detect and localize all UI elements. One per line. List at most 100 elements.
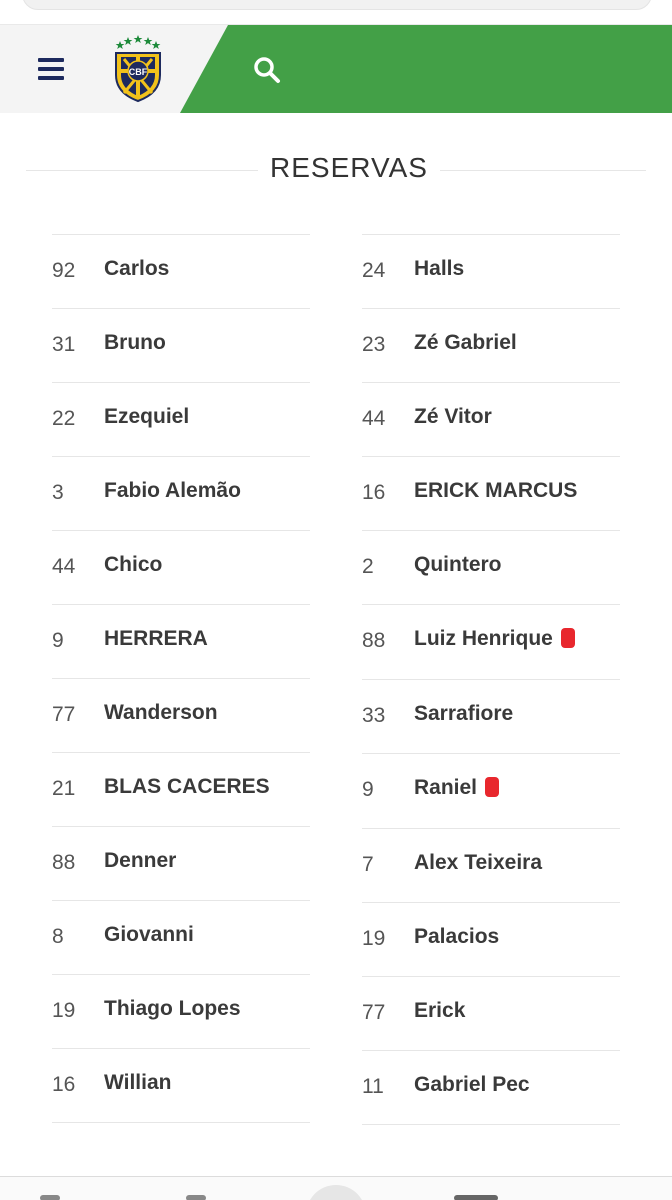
- player-name-text: Palacios: [414, 925, 500, 948]
- browser-bottom-nav: [0, 1177, 672, 1200]
- player-name: BLAS CACERES: [104, 775, 270, 799]
- player-number: 22: [52, 407, 76, 430]
- player-number: 44: [362, 407, 386, 430]
- cbf-crest-icon[interactable]: CBF: [108, 35, 168, 103]
- browser-url-bar[interactable]: [22, 0, 652, 10]
- player-row[interactable]: 92 Carlos: [52, 235, 310, 309]
- browser-url-bar-area: [0, 0, 672, 24]
- player-name-text: Halls: [414, 257, 465, 280]
- player-row[interactable]: 77 Wanderson: [52, 679, 310, 753]
- player-row[interactable]: 88 Denner: [52, 827, 310, 901]
- player-name: Thiago Lopes: [104, 997, 241, 1021]
- player-name-text: HERRERA: [104, 627, 208, 650]
- player-number: 7: [362, 853, 374, 876]
- title-divider-right: [440, 170, 646, 171]
- player-row[interactable]: 11 Gabriel Pec: [362, 1051, 620, 1125]
- section-header: RESERVAS: [26, 150, 646, 190]
- hamburger-menu-icon[interactable]: [38, 58, 64, 80]
- player-number: 9: [362, 778, 374, 801]
- player-name-text: Chico: [104, 553, 163, 576]
- player-name: Denner: [104, 849, 176, 873]
- right-reserves-list: 24 Halls 23 Zé Gabriel 44 Zé Vitor 16 ERICK MAR…: [362, 234, 620, 1125]
- player-number: 19: [52, 999, 76, 1022]
- player-number: 21: [52, 777, 76, 800]
- player-name-text: Luiz Henrique: [414, 627, 553, 650]
- player-row[interactable]: 8 Giovanni: [52, 901, 310, 975]
- player-name: Bruno: [104, 331, 166, 355]
- player-name: Halls: [414, 257, 464, 281]
- share-icon[interactable]: [306, 1185, 366, 1200]
- player-row[interactable]: 21 BLAS CACERES: [52, 753, 310, 827]
- player-row[interactable]: 44 Zé Vitor: [362, 383, 620, 457]
- forward-icon[interactable]: [186, 1195, 206, 1200]
- player-name-text: Fabio Alemão: [104, 479, 241, 502]
- player-name-text: Sarrafiore: [414, 702, 514, 725]
- player-number: 3: [52, 481, 64, 504]
- player-name: Erick: [414, 999, 465, 1023]
- player-name: Zé Gabriel: [414, 331, 517, 355]
- svg-text:CBF: CBF: [129, 67, 148, 77]
- player-row[interactable]: 19 Thiago Lopes: [52, 975, 310, 1049]
- player-number: 9: [52, 629, 64, 652]
- player-row[interactable]: 24 Halls: [362, 235, 620, 309]
- player-name: ERICK MARCUS: [414, 479, 577, 503]
- player-row[interactable]: 31 Bruno: [52, 309, 310, 383]
- player-row[interactable]: 3 Fabio Alemão: [52, 457, 310, 531]
- player-number: 92: [52, 259, 76, 282]
- player-number: 77: [52, 703, 76, 726]
- player-name-text: Gabriel Pec: [414, 1073, 530, 1096]
- player-number: 88: [362, 629, 386, 652]
- site-header: CBF: [0, 24, 672, 113]
- player-number: 88: [52, 851, 76, 874]
- player-name: Zé Vitor: [414, 405, 492, 429]
- player-row[interactable]: 19 Palacios: [362, 903, 620, 977]
- player-name: Luiz Henrique: [414, 627, 575, 651]
- player-name: Sarrafiore: [414, 702, 513, 726]
- player-number: 77: [362, 1001, 386, 1024]
- player-name-text: Alex Teixeira: [414, 851, 543, 874]
- player-name-text: BLAS CACERES: [104, 775, 270, 798]
- search-icon[interactable]: [252, 55, 282, 85]
- back-icon[interactable]: [40, 1195, 60, 1200]
- player-number: 8: [52, 925, 64, 948]
- player-name: Quintero: [414, 553, 502, 577]
- player-name: Ezequiel: [104, 405, 189, 429]
- player-name-text: Giovanni: [104, 923, 194, 946]
- player-row[interactable]: 44 Chico: [52, 531, 310, 605]
- title-divider-left: [26, 170, 258, 171]
- player-name: HERRERA: [104, 627, 208, 651]
- player-row[interactable]: 16 Willian: [52, 1049, 310, 1123]
- player-name: Chico: [104, 553, 162, 577]
- player-name: Willian: [104, 1071, 171, 1095]
- player-name-text: Ezequiel: [104, 405, 190, 428]
- player-row[interactable]: 33 Sarrafiore: [362, 680, 620, 754]
- player-row[interactable]: 2 Quintero: [362, 531, 620, 605]
- player-row[interactable]: 9 Raniel: [362, 754, 620, 829]
- player-number: 16: [52, 1073, 76, 1096]
- red-card-icon: [560, 628, 575, 648]
- player-name: Giovanni: [104, 923, 194, 947]
- player-name-text: Willian: [104, 1071, 172, 1094]
- player-name: Fabio Alemão: [104, 479, 241, 503]
- player-name-text: Raniel: [414, 776, 478, 799]
- player-number: 33: [362, 704, 386, 727]
- player-name: Raniel: [414, 776, 500, 800]
- player-row[interactable]: 22 Ezequiel: [52, 383, 310, 457]
- player-row[interactable]: 9 HERRERA: [52, 605, 310, 679]
- player-row[interactable]: 16 ERICK MARCUS: [362, 457, 620, 531]
- red-card-icon: [485, 777, 500, 797]
- player-name-text: Zé Gabriel: [414, 331, 517, 354]
- player-name-text: Quintero: [414, 553, 502, 576]
- bookmarks-icon[interactable]: [454, 1195, 498, 1200]
- player-number: 24: [362, 259, 386, 282]
- player-name-text: Thiago Lopes: [104, 997, 241, 1020]
- player-row[interactable]: 88 Luiz Henrique: [362, 605, 620, 680]
- player-number: 19: [362, 927, 386, 950]
- player-name: Alex Teixeira: [414, 851, 542, 875]
- section-title: RESERVAS: [270, 152, 428, 183]
- player-row[interactable]: 23 Zé Gabriel: [362, 309, 620, 383]
- player-row[interactable]: 7 Alex Teixeira: [362, 829, 620, 903]
- player-name-text: Wanderson: [104, 701, 218, 724]
- player-row[interactable]: 77 Erick: [362, 977, 620, 1051]
- player-number: 23: [362, 333, 386, 356]
